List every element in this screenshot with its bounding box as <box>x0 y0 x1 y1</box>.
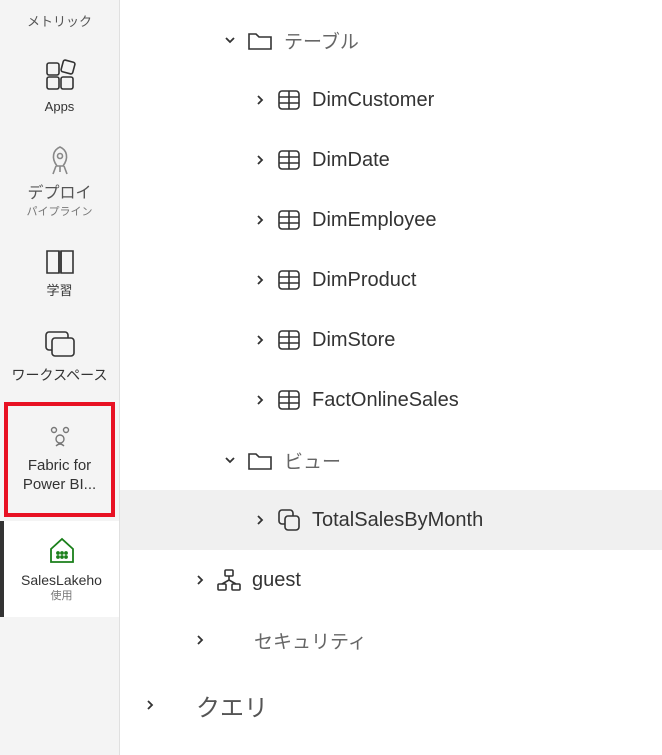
tree-item-table[interactable]: DimStore <box>120 310 662 370</box>
tree-item-table[interactable]: DimEmployee <box>120 190 662 250</box>
chevron-right-icon <box>250 394 270 406</box>
table-icon <box>276 208 302 232</box>
sidebar-item-saleslakeho[interactable]: SalesLakeho 使用 <box>0 521 119 617</box>
sidebar-item-sublabel: パイプライン <box>27 205 93 219</box>
table-icon <box>276 148 302 172</box>
tree-item-label: TotalSalesByMonth <box>312 509 483 532</box>
sidebar-item-label: メトリック <box>27 14 92 31</box>
sidebar-item-label: ワークスペース <box>12 366 108 384</box>
table-icon <box>276 268 302 292</box>
sidebar-highlight-fabric: Fabric for Power BI... <box>4 402 115 517</box>
tree-item-label: DimStore <box>312 329 395 352</box>
view-icon <box>276 507 302 533</box>
chevron-right-icon <box>250 214 270 226</box>
chevron-down-icon <box>220 33 240 47</box>
sidebar-item-deploy[interactable]: デプロイ パイプライン <box>0 130 119 233</box>
tree-item-label: クエリ <box>196 688 268 723</box>
chevron-right-icon <box>250 274 270 286</box>
folder-icon <box>246 28 274 52</box>
tree-item-label: セキュリティ <box>254 627 367 654</box>
object-explorer: テーブル DimCustomer DimDate DimEmployee Dim… <box>120 0 662 755</box>
table-icon <box>276 88 302 112</box>
sidebar-item-label: Fabric for Power BI... <box>12 456 107 495</box>
sidebar-item-label: 学習 <box>46 283 72 300</box>
chevron-down-icon <box>220 453 240 467</box>
chevron-right-icon <box>250 334 270 346</box>
chevron-right-icon <box>140 699 160 711</box>
sidebar-item-workspace[interactable]: ワークスペース <box>0 314 119 398</box>
apps-icon <box>43 59 77 93</box>
table-icon <box>276 388 302 412</box>
sidebar-item-label: Apps <box>45 99 75 116</box>
tree-item-label: DimDate <box>312 149 390 172</box>
sidebar-item-label: デプロイ <box>27 184 91 205</box>
book-icon <box>43 247 77 277</box>
chevron-right-icon <box>250 94 270 106</box>
chevron-right-icon <box>250 514 270 526</box>
tree-group-views[interactable]: ビュー <box>120 430 662 490</box>
workspace-icon <box>42 328 78 360</box>
tree-item-table[interactable]: FactOnlineSales <box>120 370 662 430</box>
chevron-right-icon <box>250 154 270 166</box>
tree-item-label: FactOnlineSales <box>312 389 459 412</box>
sidebar-item-label: SalesLakeho <box>21 571 102 589</box>
tree-item-label: DimProduct <box>312 269 416 292</box>
house-icon <box>46 535 78 565</box>
tree-item-label: DimCustomer <box>312 89 434 112</box>
tree-group-tables[interactable]: テーブル <box>120 10 662 70</box>
table-icon <box>276 328 302 352</box>
tree-item-label: DimEmployee <box>312 209 436 232</box>
tree-item-table[interactable]: DimProduct <box>120 250 662 310</box>
sidebar-item-metrics[interactable]: メトリック <box>0 0 119 45</box>
chevron-right-icon <box>190 634 210 646</box>
tree-item-security[interactable]: セキュリティ <box>120 610 662 670</box>
schema-icon <box>216 568 242 592</box>
chevron-right-icon <box>190 574 210 586</box>
tree-item-query[interactable]: クエリ <box>120 670 662 740</box>
rocket-icon <box>43 144 77 178</box>
people-icon <box>45 424 75 450</box>
folder-icon <box>246 448 274 472</box>
sidebar-item-apps[interactable]: Apps <box>0 45 119 130</box>
left-sidebar: メトリック Apps デプロイ パイプライン <box>0 0 120 755</box>
sidebar-item-learn[interactable]: 学習 <box>0 233 119 314</box>
tree-item-schema[interactable]: guest <box>120 550 662 610</box>
tree-item-view[interactable]: TotalSalesByMonth <box>120 490 662 550</box>
sidebar-item-fabric[interactable]: Fabric for Power BI... <box>8 406 111 513</box>
tree-group-label: テーブル <box>284 27 359 54</box>
tree-item-table[interactable]: DimCustomer <box>120 70 662 130</box>
tree-item-table[interactable]: DimDate <box>120 130 662 190</box>
tree-item-label: guest <box>252 569 301 592</box>
tree-group-label: ビュー <box>284 447 341 474</box>
sidebar-item-sublabel: 使用 <box>51 589 73 603</box>
